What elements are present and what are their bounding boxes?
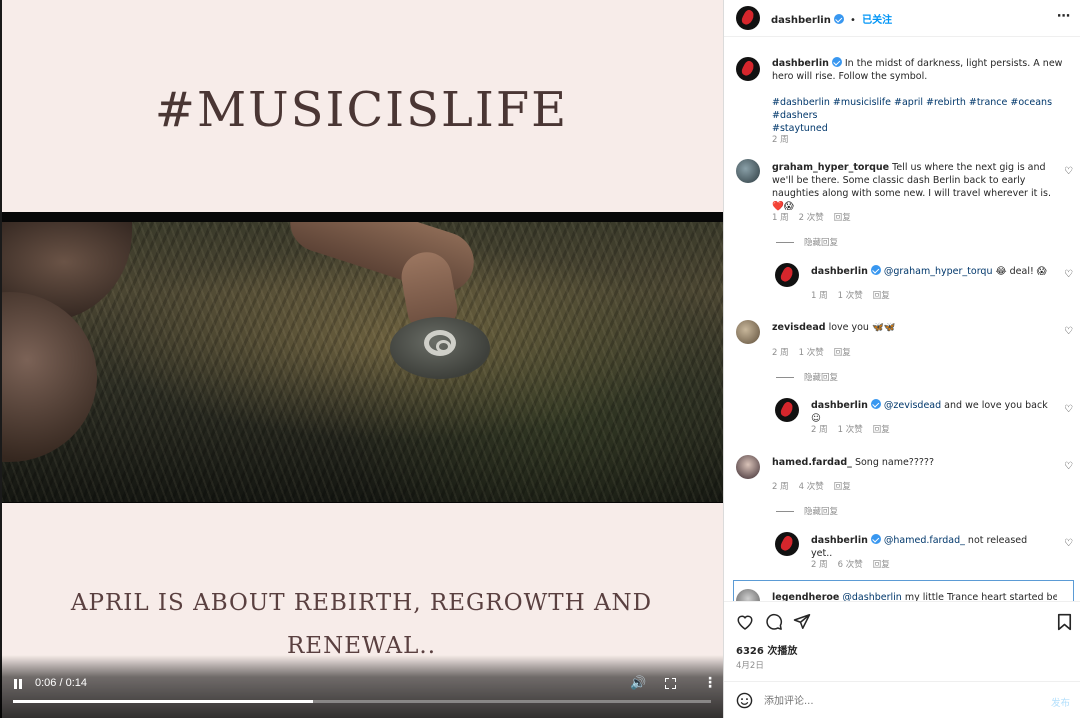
view-count[interactable]: 6326 次播放 — [736, 642, 797, 657]
avatar[interactable] — [775, 398, 799, 422]
avatar[interactable] — [736, 320, 760, 344]
video-progress-bar[interactable] — [13, 700, 711, 703]
hide-replies-button[interactable]: 隐藏回复 — [776, 371, 838, 383]
pause-icon[interactable] — [12, 679, 24, 691]
verified-badge-icon — [870, 265, 881, 275]
reply-button[interactable]: 回复 — [834, 482, 851, 492]
reply: dashberlin @zevisdead and we love you ba… — [811, 399, 1048, 424]
reply-button[interactable]: 回复 — [873, 425, 890, 435]
reply-button[interactable]: 回复 — [873, 560, 890, 570]
like-comment-icon[interactable]: ♡ — [1064, 462, 1074, 472]
video-controls: 0:06 / 0:14 🔊 ⋮ — [0, 655, 723, 718]
dash-berlin-symbol — [424, 330, 456, 356]
verified-badge-icon — [831, 57, 842, 67]
comment-meta: 2 周1 次赞 回复 — [772, 348, 851, 358]
comment-bubble-icon[interactable] — [765, 613, 783, 631]
comment-meta: 1 周1 次赞 回复 — [811, 291, 890, 301]
share-paper-plane-icon[interactable] — [793, 613, 811, 630]
video-hashtag-title: #MUSICISLIFE — [154, 82, 569, 138]
comment: legendheroe @dashberlin my little Trance… — [772, 592, 1057, 601]
post-header: dashberlin • 已关注 ⋯ — [724, 0, 1080, 37]
comment: hamed.fardad_ Song name????? — [772, 457, 935, 468]
video-frame — [2, 212, 723, 503]
avatar[interactable] — [736, 455, 760, 479]
avatar[interactable] — [775, 532, 799, 556]
video-progress-fill — [13, 700, 314, 703]
video-player[interactable]: #MUSICISLIFE APRIL IS ABOUT REBIRTH, REG… — [0, 0, 723, 718]
like-comment-icon[interactable]: ♡ — [1064, 405, 1074, 415]
hide-replies-button[interactable]: 隐藏回复 — [776, 505, 838, 517]
avatar[interactable] — [736, 159, 760, 183]
add-comment-bar: 发布 — [724, 681, 1080, 718]
volume-icon[interactable]: 🔊 — [630, 676, 646, 691]
video-scene-image — [2, 222, 723, 502]
comment-meta: 2 周4 次赞 回复 — [772, 482, 851, 492]
caption: dashberlin In the midst of darkness, lig… — [772, 57, 1063, 82]
post-side-panel: dashberlin • 已关注 ⋯ dashberlin In the mid… — [723, 0, 1080, 718]
caption-hashtags[interactable]: #dashberlin #musicislife #april #rebirth… — [772, 96, 1075, 135]
post-date: 4月2日 — [736, 661, 764, 671]
verified-badge-icon — [870, 399, 881, 409]
like-comment-icon[interactable]: ♡ — [1064, 327, 1074, 337]
like-comment-icon[interactable]: ♡ — [1064, 167, 1074, 177]
reply: dashberlin @hamed.fardad_ not released y… — [811, 534, 1028, 559]
reply: dashberlin @graham_hyper_torqu 😂 deal! 😱 — [811, 265, 1047, 277]
more-horizontal-icon[interactable]: ⋯ — [1057, 9, 1071, 24]
bookmark-save-icon[interactable] — [1057, 613, 1072, 631]
comment-meta: 2 周6 次赞 回复 — [811, 560, 890, 570]
comment-meta: 1 周2 次赞 回复 — [772, 213, 851, 223]
comments-list[interactable]: dashberlin In the midst of darkness, lig… — [724, 37, 1080, 601]
comment-meta: 2 周1 次赞 回复 — [811, 425, 890, 435]
avatar[interactable] — [736, 6, 760, 30]
avatar[interactable] — [736, 57, 760, 81]
like-heart-icon[interactable] — [736, 613, 754, 630]
reply-button[interactable]: 回复 — [873, 291, 890, 301]
comment: zevisdead love you 🦋🦋 — [772, 322, 896, 333]
header-username[interactable]: dashberlin — [771, 15, 831, 26]
instagram-post-view: #MUSICISLIFE APRIL IS ABOUT REBIRTH, REG… — [0, 0, 1080, 718]
caption-time: 2 周 — [772, 135, 789, 145]
more-vertical-icon[interactable]: ⋮ — [703, 675, 717, 691]
comment-input[interactable] — [764, 691, 1024, 711]
hide-replies-button[interactable]: 隐藏回复 — [776, 236, 838, 248]
comment: graham_hyper_torque Tell us where the ne… — [772, 162, 1051, 212]
reply-button[interactable]: 回复 — [834, 348, 851, 358]
verified-badge-icon — [833, 14, 844, 24]
post-comment-button[interactable]: 发布 — [1051, 695, 1070, 709]
avatar[interactable] — [775, 263, 799, 287]
emoji-smiley-icon[interactable] — [736, 692, 753, 709]
like-comment-icon[interactable]: ♡ — [1064, 539, 1074, 549]
verified-badge-icon — [870, 534, 881, 544]
video-time: 0:06 / 0:14 — [35, 677, 87, 689]
fullscreen-icon[interactable] — [665, 678, 676, 689]
reply-button[interactable]: 回复 — [834, 213, 851, 223]
following-button[interactable]: 已关注 — [862, 15, 892, 26]
like-comment-icon[interactable]: ♡ — [1064, 270, 1074, 280]
